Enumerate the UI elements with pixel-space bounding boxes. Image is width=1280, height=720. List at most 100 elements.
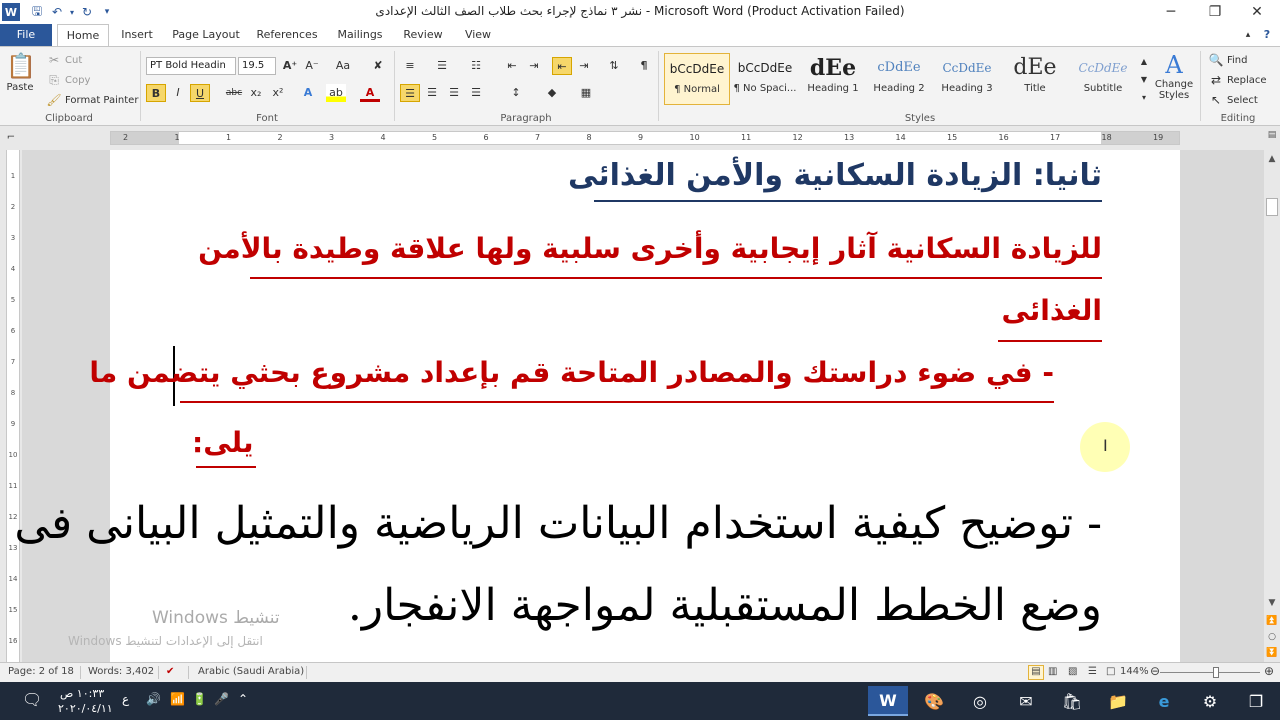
font-color-icon[interactable]: A (360, 84, 380, 102)
proofing-icon[interactable]: ✔ (166, 666, 174, 677)
zoom-slider-thumb[interactable] (1213, 667, 1219, 678)
change-case-icon[interactable]: Aa (330, 57, 356, 75)
change-styles-button[interactable]: A Change Styles (1154, 51, 1194, 101)
word-icon[interactable]: W (868, 686, 908, 716)
format-painter-button[interactable]: 🖌 Format Painter (46, 92, 138, 108)
save-icon[interactable]: 🖫 (28, 3, 46, 21)
settings-icon[interactable]: ⚙ (1190, 686, 1230, 716)
styles-scroll-down-icon[interactable]: ▼ (1138, 71, 1150, 89)
borders-icon[interactable]: ▦ (576, 84, 596, 102)
zoom-out-icon[interactable]: ⊖ (1150, 664, 1160, 678)
close-button[interactable]: ✕ (1234, 0, 1280, 24)
tab-view[interactable]: View (458, 24, 498, 46)
notifications-icon[interactable]: 🗨 (22, 690, 42, 709)
input-language[interactable]: ع (122, 692, 129, 706)
tab-review[interactable]: Review (398, 24, 448, 46)
customize-toolbar-icon[interactable]: ▾ (98, 3, 116, 21)
tab-references[interactable]: References (254, 24, 320, 46)
language-indicator[interactable]: Arabic (Saudi Arabia) (198, 666, 304, 677)
shading-icon[interactable]: ◆ (542, 84, 562, 102)
shrink-font-icon[interactable]: A⁻ (302, 57, 322, 75)
bold-button[interactable]: B (146, 84, 166, 102)
horizontal-ruler[interactable]: 2 1 1 2 3 4 5 6 7 8 9 10 11 12 13 14 15 16 17 18 19 (110, 131, 1180, 145)
task-view-icon[interactable]: ❐ (1236, 686, 1276, 716)
document-page[interactable]: ثانيا: الزيادة السكانية والأمن الغذائى ل… (14, 150, 1180, 662)
volume-icon[interactable]: 🔊 (146, 692, 161, 706)
show-formatting-icon[interactable]: ¶ (634, 57, 654, 75)
vertical-scrollbar[interactable]: ▤ ▲ ▼ ⏫ ○ ⏬ (1264, 126, 1280, 662)
scroll-thumb[interactable] (1266, 198, 1278, 216)
align-left-icon[interactable]: ☰ (400, 84, 420, 102)
tab-mailings[interactable]: Mailings (330, 24, 390, 46)
cut-button[interactable]: ✂ Cut (46, 52, 82, 68)
styles-more-icon[interactable]: ▾ (1138, 89, 1150, 107)
copy-button[interactable]: ⎘ Copy (46, 72, 90, 88)
browse-object-icon[interactable]: ○ (1265, 630, 1279, 644)
view-ruler-icon[interactable]: ▤ (1265, 128, 1279, 142)
scroll-down-icon[interactable]: ▼ (1265, 596, 1279, 610)
select-button[interactable]: ↖ Select (1208, 92, 1258, 108)
vertical-ruler[interactable]: 1 2 3 4 5 6 7 8 9 10 11 12 13 14 15 16 (0, 150, 22, 662)
chrome-icon[interactable]: ◎ (960, 686, 1000, 716)
outline-icon[interactable]: ☰ (1088, 666, 1097, 677)
battery-icon[interactable]: 🔋 (192, 692, 207, 706)
style-heading-1[interactable]: dEe Heading 1 (800, 53, 866, 105)
help-icon[interactable]: ? (1258, 24, 1276, 46)
find-button[interactable]: 🔍 Find (1208, 52, 1248, 68)
increase-indent-icon[interactable]: ⇥ (524, 57, 544, 75)
paste-button[interactable]: 📋 Paste (6, 51, 36, 93)
print-layout-icon[interactable]: ▤ (1028, 665, 1044, 680)
text-effects-icon[interactable]: A (298, 84, 318, 102)
style-no-spacing[interactable]: bCcDdEe ¶ No Spaci... (732, 53, 798, 105)
undo-icon[interactable]: ↶ (48, 3, 66, 21)
justify-icon[interactable]: ☰ (466, 84, 486, 102)
style-heading-2[interactable]: cDdEe Heading 2 (866, 53, 932, 105)
font-name-combo[interactable]: PT Bold Headin (146, 57, 236, 75)
style-heading-3[interactable]: CcDdEe Heading 3 (934, 53, 1000, 105)
align-right-icon[interactable]: ☰ (444, 84, 464, 102)
mail-icon[interactable]: ✉ (1006, 686, 1046, 716)
left-to-right-icon[interactable]: ⇥ (574, 57, 594, 75)
minimize-button[interactable]: ─ (1148, 0, 1194, 24)
redo-icon[interactable]: ↻ (78, 3, 96, 21)
styles-scroll-up-icon[interactable]: ▲ (1138, 53, 1150, 71)
draft-icon[interactable]: □ (1106, 666, 1115, 677)
paint-icon[interactable]: 🎨 (914, 686, 954, 716)
underline-button[interactable]: U (190, 84, 210, 102)
bullets-icon[interactable]: ≡ (400, 57, 420, 75)
network-icon[interactable]: 📶 (170, 692, 185, 706)
next-page-icon[interactable]: ⏬ (1265, 646, 1279, 660)
edge-icon[interactable]: e (1144, 686, 1184, 716)
subscript-button[interactable]: x₂ (246, 84, 266, 102)
style-subtitle[interactable]: CcDdEe Subtitle (1070, 53, 1136, 105)
tab-file[interactable]: File (0, 24, 52, 46)
replace-button[interactable]: ⇄ Replace (1208, 72, 1267, 88)
zoom-in-icon[interactable]: ⊕ (1264, 664, 1274, 678)
clock-date[interactable]: ٢٠٢٠/٠٤/١١ (58, 702, 113, 715)
clock-time[interactable]: ١٠:٣٣ ص (60, 687, 104, 700)
scroll-up-icon[interactable]: ▲ (1265, 152, 1279, 166)
align-center-icon[interactable]: ☰ (422, 84, 442, 102)
superscript-button[interactable]: x² (268, 84, 288, 102)
word-count[interactable]: Words: 3,402 (88, 666, 154, 677)
tab-selector-icon[interactable]: ⌐ (2, 129, 20, 147)
zoom-level[interactable]: 144% (1120, 666, 1149, 677)
multilevel-list-icon[interactable]: ☷ (466, 57, 486, 75)
font-size-combo[interactable]: 19.5 (238, 57, 276, 75)
full-screen-reading-icon[interactable]: ▥ (1048, 666, 1057, 677)
tab-home[interactable]: Home (57, 24, 109, 46)
clear-formatting-icon[interactable]: ✘ (368, 57, 388, 75)
microphone-icon[interactable]: 🎤 (214, 692, 229, 706)
zoom-slider-track[interactable] (1160, 672, 1260, 673)
line-spacing-icon[interactable]: ↕ (506, 84, 526, 102)
web-layout-icon[interactable]: ▧ (1068, 666, 1077, 677)
restore-button[interactable]: ❐ (1192, 0, 1238, 24)
sort-icon[interactable]: ⇅ (604, 57, 624, 75)
show-hidden-icons-icon[interactable]: ⌃ (238, 692, 248, 706)
grow-font-icon[interactable]: A⁺ (280, 57, 300, 75)
right-to-left-icon[interactable]: ⇤ (552, 57, 572, 75)
italic-button[interactable]: I (168, 84, 188, 102)
highlight-icon[interactable]: ab (326, 84, 346, 102)
store-icon[interactable]: 🛍 (1052, 686, 1092, 716)
style-normal[interactable]: bCcDdEe ¶ Normal (664, 53, 730, 105)
